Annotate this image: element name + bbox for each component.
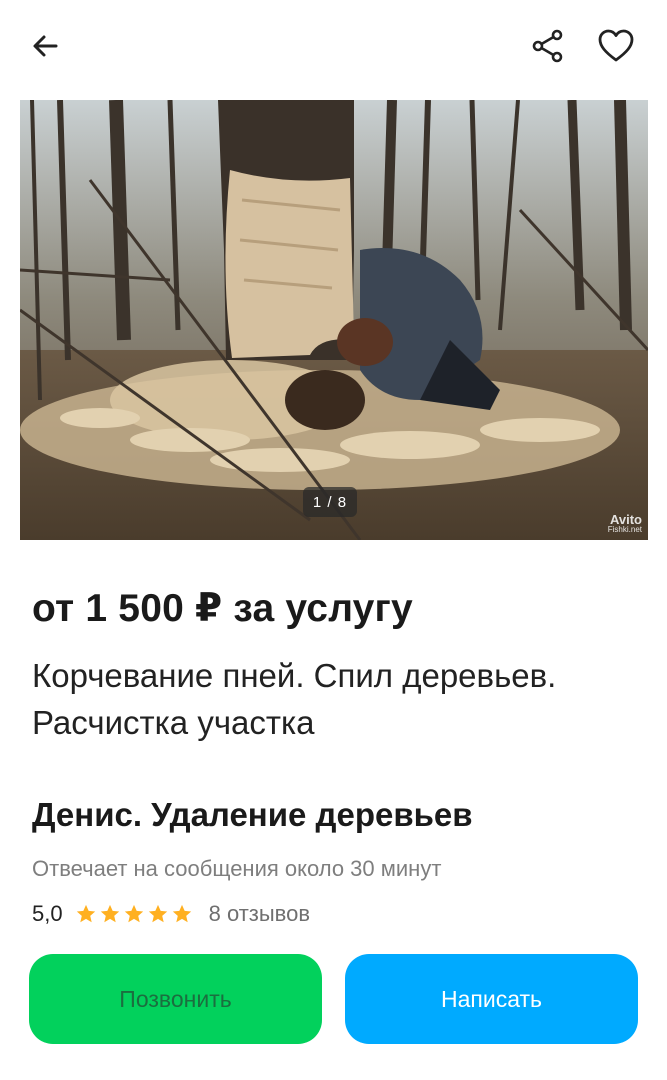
listing-photo [20,100,648,540]
top-bar [0,0,667,96]
message-button-label: Написать [440,985,542,1012]
heart-outline-icon [598,29,634,62]
response-time: Отвечает на сообщения около 30 минут [32,856,442,881]
seller-name[interactable]: Денис. Удаление деревьев [32,796,473,834]
star-icon [172,904,191,923]
message-button[interactable]: Написать [345,954,638,1044]
rating-value: 5,0 [32,901,63,926]
share-icon [532,29,563,63]
star-icon [124,904,143,923]
photo-counter: 1 / 8 [303,487,357,517]
listing-title: Корчевание пней. Спил деревьев. Расчистк… [32,657,557,741]
call-button-label: Позвонить [119,985,232,1012]
call-button[interactable]: Позвонить [29,954,322,1044]
rating-stars [75,903,193,925]
star-icon [100,904,119,923]
seller-rating[interactable]: 5,0 8 отзывов [32,898,310,930]
star-icon [148,904,167,923]
watermark: Avito Fishki.net [607,512,642,534]
share-button[interactable] [524,22,572,70]
star-icon [76,904,95,923]
back-button[interactable] [22,22,70,70]
price: от 1 500 ₽ за услугу [32,587,413,630]
reviews-count: 8 отзывов [208,901,311,926]
favorite-button[interactable] [592,22,640,70]
photo-gallery[interactable]: Avito Fishki.net [20,100,648,540]
arrow-left-icon [33,35,58,57]
